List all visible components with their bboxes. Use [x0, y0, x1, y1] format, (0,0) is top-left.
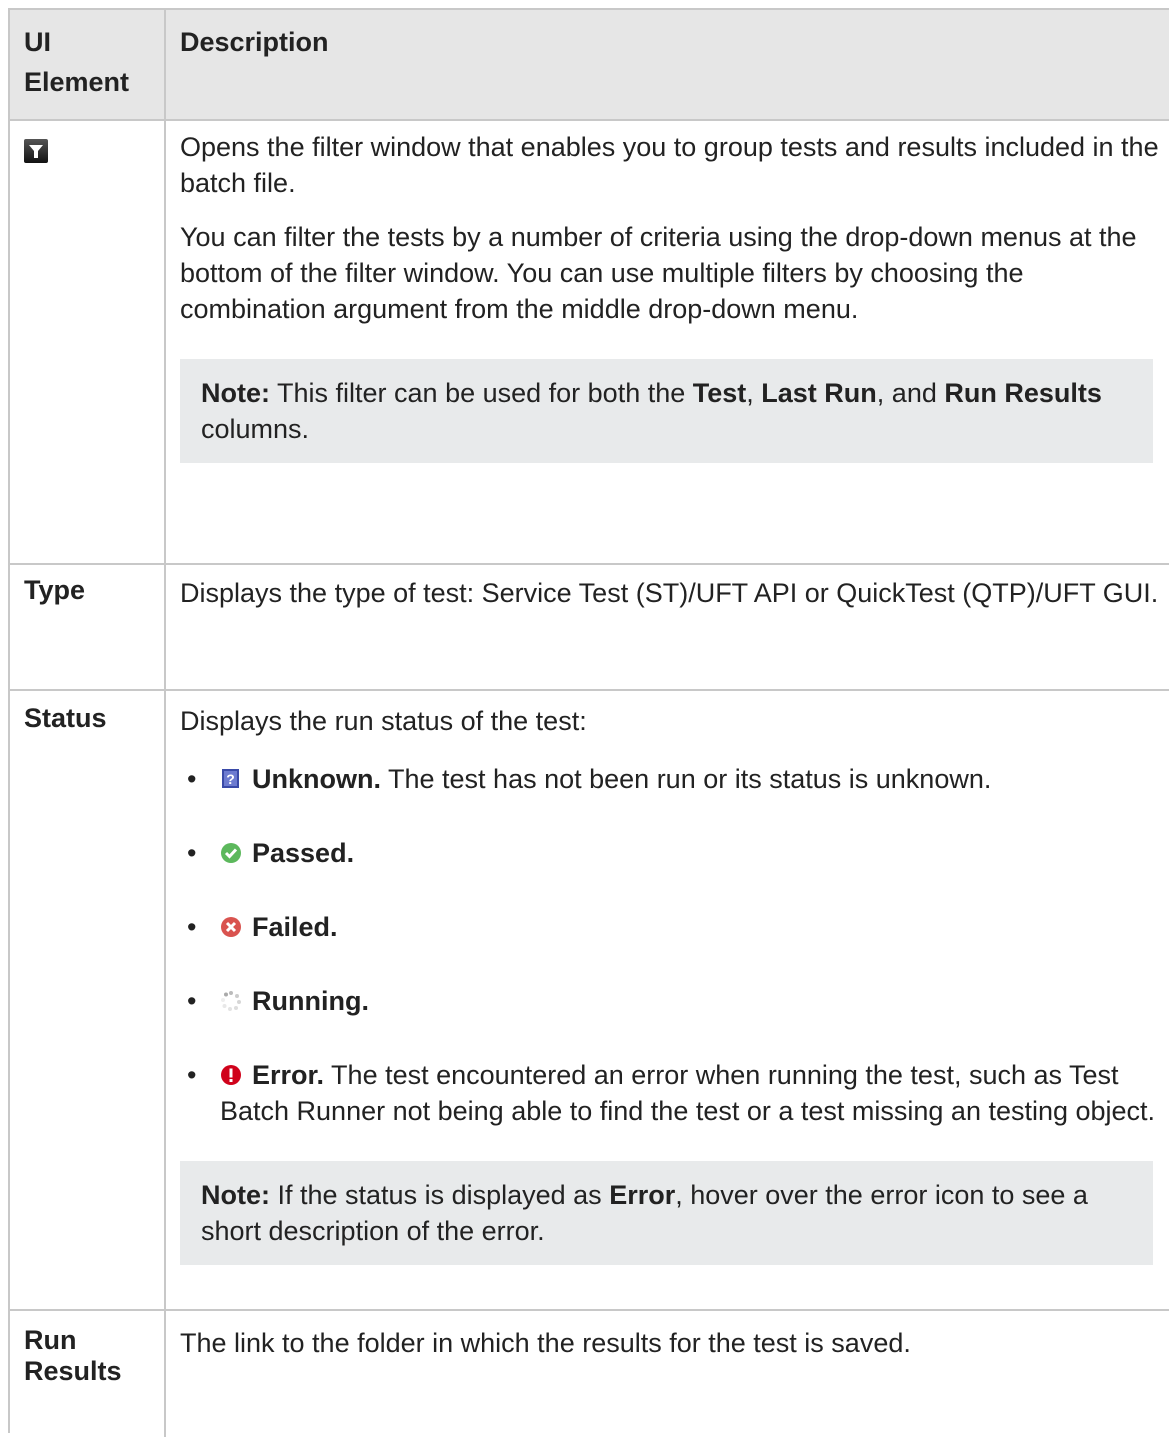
run-results-description: The link to the folder in which the resu… [166, 1311, 1169, 1437]
note-bold-test: Test [692, 378, 747, 408]
filter-icon [24, 139, 48, 163]
status-item-label: Passed. [252, 838, 355, 868]
type-description: Displays the type of test: Service Test … [166, 565, 1169, 689]
note-bold-last-run: Last Run [761, 378, 877, 408]
status-label: Status [24, 703, 107, 733]
type-desc: Displays the type of test: Service Test … [180, 578, 1159, 608]
note-text: columns. [201, 414, 310, 444]
header-ui-element-label: UI Element [24, 27, 130, 97]
table-row-run-results: Run Results The link to the folder in wh… [10, 1311, 1169, 1437]
filter-cell [10, 121, 166, 563]
svg-text:?: ? [226, 771, 235, 787]
filter-desc-p1: Opens the filter window that enables you… [180, 132, 1159, 198]
note-text: , and [876, 378, 945, 408]
type-label-cell: Type [10, 565, 166, 689]
bullet: • [187, 838, 197, 868]
status-item-unknown: • ? Unknown. The test has not been run o… [180, 761, 1169, 797]
status-item-label: Failed. [252, 912, 338, 942]
bullet: • [187, 986, 197, 1016]
bullet: • [187, 912, 197, 942]
note-text: This filter can be used for both the [270, 378, 693, 408]
note-label: Note: [201, 1180, 270, 1210]
status-intro: Displays the run status of the test: [180, 706, 587, 736]
status-item-running: • Running. [180, 983, 1169, 1019]
run-results-desc: The link to the folder in which the resu… [180, 1328, 911, 1358]
note-label: Note: [201, 378, 270, 408]
bullet: • [187, 1060, 197, 1090]
run-results-label: Run Results [24, 1325, 122, 1386]
header-ui-element: UI Element [10, 10, 166, 119]
ui-elements-table: UI Element Description Opens the filter … [8, 8, 1169, 1437]
status-note: Note: If the status is displayed as Erro… [180, 1161, 1153, 1265]
note-text: If the status is displayed as [270, 1180, 610, 1210]
filter-note: Note: This filter can be used for both t… [180, 359, 1153, 463]
header-description-label: Description [180, 27, 329, 57]
status-item-label: Running. [252, 986, 369, 1016]
table-row-type: Type Displays the type of test: Service … [10, 565, 1169, 691]
status-item-label: Error. [252, 1060, 325, 1090]
table-row-status: Status Displays the run status of the te… [10, 691, 1169, 1311]
status-description: Displays the run status of the test: • ?… [166, 691, 1169, 1309]
filter-description: Opens the filter window that enables you… [166, 121, 1169, 563]
run-results-label-cell: Run Results [10, 1311, 166, 1437]
failed-icon [221, 917, 241, 937]
note-text: , [746, 378, 762, 408]
running-icon [221, 991, 241, 1011]
status-item-passed: • Passed. [180, 835, 1169, 871]
status-list: • ? Unknown. The test has not been run o… [180, 761, 1169, 1129]
header-description: Description [166, 10, 1169, 119]
table-row-filter: Opens the filter window that enables you… [10, 121, 1169, 565]
table-header-row: UI Element Description [10, 10, 1169, 121]
status-item-failed: • Failed. [180, 909, 1169, 945]
status-label-cell: Status [10, 691, 166, 1309]
status-item-text: The test has not been run or its status … [381, 764, 992, 794]
passed-icon [221, 843, 241, 863]
status-item-label: Unknown. [252, 764, 381, 794]
unknown-icon: ? [222, 769, 239, 788]
note-bold-error: Error [609, 1180, 676, 1210]
filter-desc-p2: You can filter the tests by a number of … [180, 222, 1137, 324]
bullet: • [187, 764, 197, 794]
type-label: Type [24, 575, 86, 605]
error-icon [221, 1065, 241, 1085]
note-bold-run-results: Run Results [944, 378, 1102, 408]
status-item-error: • Error. The test encountered an error w… [180, 1057, 1169, 1129]
status-item-text: The test encountered an error when runni… [220, 1060, 1156, 1126]
